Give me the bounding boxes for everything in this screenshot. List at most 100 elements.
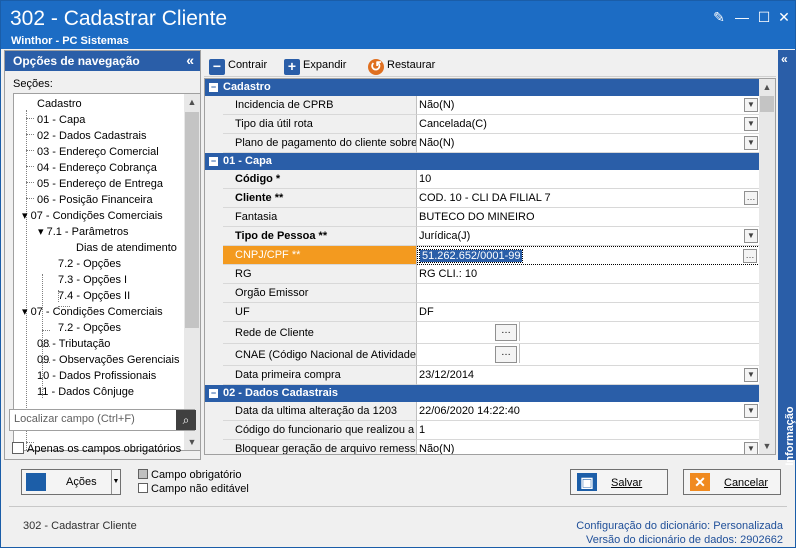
search-icon[interactable]: ⌕ — [176, 410, 196, 430]
tree-item-dados-conjuge[interactable]: 11 - Dados Cônjuge — [37, 384, 134, 400]
collapse-panel-icon[interactable]: « — [186, 52, 194, 68]
only-required-checkbox[interactable]: Apenas os campos obrigatórios — [12, 442, 181, 455]
scroll-down-icon[interactable]: ▼ — [184, 434, 200, 450]
tree-item-posicao-financeira[interactable]: 06 - Posição Financeira — [37, 192, 153, 208]
collapse-category-icon[interactable]: − — [209, 83, 218, 92]
tree-item-opcoes-i[interactable]: 7.3 - Opções I — [58, 272, 127, 288]
cnae-field[interactable]: … — [417, 344, 760, 366]
cancel-button[interactable]: ✕ Cancelar — [683, 469, 781, 495]
row-plano-pagamento[interactable]: Plano de pagamento do cliente sobrep Não… — [205, 134, 760, 153]
expand-arrow-icon[interactable]: ▾ — [22, 306, 31, 318]
tree-item-cadastro[interactable]: Cadastro — [37, 96, 82, 112]
row-cnae[interactable]: CNAE (Código Nacional de Atividade E … — [205, 344, 760, 366]
tree-scrollbar[interactable]: ▲ ▼ — [184, 94, 200, 450]
cnpj-cpf-field[interactable]: 51.262.652/0001-99… — [417, 246, 760, 265]
tree-item-dados-cadastrais[interactable]: 02 - Dados Cadastrais — [37, 128, 146, 144]
data-ultima-alteracao-field[interactable]: 22/06/2020 14:22:40 ▼ — [417, 402, 760, 421]
chevron-down-icon[interactable]: ▼ — [744, 98, 758, 112]
ellipsis-icon[interactable]: … — [495, 346, 517, 363]
minimize-button[interactable]: — — [734, 9, 750, 25]
fantasia-field[interactable]: BUTECO DO MINEIRO — [417, 208, 760, 227]
tree-item-capa[interactable]: 01 - Capa — [37, 112, 85, 128]
cliente-field[interactable]: COD. 10 - CLI DA FILIAL 7… — [417, 189, 760, 208]
expand-arrow-icon[interactable]: ▾ — [38, 226, 47, 238]
category-capa[interactable]: −01 - Capa — [205, 153, 760, 170]
row-data-ultima-alteracao[interactable]: Data da ultima alteração da 1203 22/06/2… — [205, 402, 760, 421]
chevron-down-icon[interactable]: ▼ — [744, 117, 758, 131]
tree-item-condicoes-comerciais[interactable]: ▾ 07 - Condições Comerciais — [22, 208, 163, 224]
row-data-primeira-compra[interactable]: Data primeira compra 23/12/2014 ▼ — [205, 366, 760, 385]
row-tipo-pessoa[interactable]: Tipo de Pessoa ** Jurídica(J) ▼ — [205, 227, 760, 246]
chevron-down-icon[interactable]: ▼ — [111, 470, 120, 494]
row-codigo-funcionario[interactable]: Código do funcionario que realizou a ( 1 — [205, 421, 760, 440]
row-fantasia[interactable]: Fantasia BUTECO DO MINEIRO — [205, 208, 760, 227]
incidencia-cprb-select[interactable]: Não(N) ▼ — [417, 96, 760, 115]
tipo-pessoa-select[interactable]: Jurídica(J) ▼ — [417, 227, 760, 246]
scroll-thumb[interactable] — [185, 112, 199, 328]
rede-cliente-field[interactable]: … — [417, 322, 760, 344]
category-dados-cadastrais[interactable]: −02 - Dados Cadastrais — [205, 385, 760, 402]
save-button[interactable]: ▣ Salvar — [570, 469, 668, 495]
tree-item-tributacao[interactable]: 08 - Tributação — [37, 336, 110, 352]
tree-item-condicoes-comerciais-2[interactable]: ▾ 07 - Condições Comerciais — [22, 304, 163, 320]
scroll-thumb[interactable] — [760, 96, 774, 112]
actions-button[interactable]: Ações ▼ — [21, 469, 121, 495]
expand-panel-icon[interactable]: « — [781, 52, 788, 66]
ellipsis-icon[interactable]: … — [495, 324, 517, 341]
category-cadastro[interactable]: − Cadastro — [205, 79, 760, 96]
chevron-down-icon[interactable]: ▼ — [744, 442, 758, 454]
chevron-down-icon[interactable]: ▼ — [744, 136, 758, 150]
chevron-down-icon[interactable]: ▼ — [744, 229, 758, 243]
data-primeira-compra-field[interactable]: 23/12/2014 ▼ — [417, 366, 760, 385]
info-panel-tab[interactable]: « Informação — [778, 50, 796, 466]
dictionary-config-label: Configuração do dicionário: — [576, 520, 711, 532]
grid-scrollbar[interactable]: ▲ ▼ — [759, 79, 775, 454]
scroll-down-icon[interactable]: ▼ — [759, 438, 775, 454]
close-button[interactable]: ✕ — [776, 9, 792, 25]
expand-arrow-icon[interactable]: ▾ — [22, 210, 31, 222]
rg-field[interactable]: RG CLI.: 10 — [417, 265, 760, 284]
row-orgao-emissor[interactable]: Orgão Emissor — [205, 284, 760, 303]
expand-button[interactable]: + Expandir — [284, 56, 346, 75]
plano-pagamento-select[interactable]: Não(N) ▼ — [417, 134, 760, 153]
chevron-down-icon[interactable]: ▼ — [744, 368, 758, 382]
row-bloquear-remessa[interactable]: Bloquear geração de arquivo remessa Não(… — [205, 440, 760, 454]
tree-item-opcoes-ii[interactable]: 7.4 - Opções II — [58, 288, 130, 304]
ellipsis-icon[interactable]: … — [743, 249, 757, 263]
tree-item-observacoes-gerenciais[interactable]: 09 - Observações Gerenciais — [37, 352, 179, 368]
scroll-up-icon[interactable]: ▲ — [184, 94, 200, 110]
orgao-emissor-field[interactable] — [417, 284, 760, 303]
row-cliente[interactable]: Cliente ** COD. 10 - CLI DA FILIAL 7… — [205, 189, 760, 208]
ellipsis-icon[interactable]: … — [744, 191, 758, 205]
chevron-down-icon[interactable]: ▼ — [744, 404, 758, 418]
uf-field[interactable]: DF — [417, 303, 760, 322]
tree-item-dados-profissionais[interactable]: 10 - Dados Profissionais — [37, 368, 156, 384]
collapse-button[interactable]: − Contrair — [209, 56, 267, 75]
row-uf[interactable]: UF DF — [205, 303, 760, 322]
checkbox-box[interactable] — [12, 442, 24, 454]
row-codigo[interactable]: Código * 10 — [205, 170, 760, 189]
tree-item-opcoes-2[interactable]: 7.2 - Opções — [58, 320, 121, 336]
scroll-up-icon[interactable]: ▲ — [759, 79, 775, 95]
tree-item-dias-atendimento[interactable]: Dias de atendimento — [76, 240, 177, 256]
tree-item-opcoes[interactable]: 7.2 - Opções — [58, 256, 121, 272]
collapse-category-icon[interactable]: − — [209, 157, 218, 166]
collapse-category-icon[interactable]: − — [209, 389, 218, 398]
bloquear-remessa-select[interactable]: Não(N) ▼ — [417, 440, 760, 454]
find-field-input[interactable]: Localizar campo (Ctrl+F) — [9, 409, 195, 431]
row-tipo-dia-util[interactable]: Tipo dia útil rota Cancelada(C) ▼ — [205, 115, 760, 134]
tree-item-endereco-comercial[interactable]: 03 - Endereço Comercial — [37, 144, 159, 160]
codigo-funcionario-field[interactable]: 1 — [417, 421, 760, 440]
maximize-button[interactable]: ☐ — [756, 9, 772, 25]
edit-icon[interactable]: ✎ — [711, 9, 727, 25]
row-rede-cliente[interactable]: Rede de Cliente … — [205, 322, 760, 344]
row-cnpj-cpf[interactable]: CNPJ/CPF ** 51.262.652/0001-99… — [205, 246, 760, 265]
restore-button[interactable]: ↺ Restaurar — [368, 56, 435, 75]
tree-item-endereco-cobranca[interactable]: 04 - Endereço Cobrança — [37, 160, 157, 176]
row-incidencia-cprb[interactable]: Incidencia de CPRB Não(N) ▼ — [205, 96, 760, 115]
tree-item-parametros[interactable]: ▾ 7.1 - Parâmetros — [38, 224, 129, 240]
codigo-field[interactable]: 10 — [417, 170, 760, 189]
tree-item-endereco-entrega[interactable]: 05 - Endereço de Entrega — [37, 176, 163, 192]
tipo-dia-util-select[interactable]: Cancelada(C) ▼ — [417, 115, 760, 134]
row-rg[interactable]: RG RG CLI.: 10 — [205, 265, 760, 284]
